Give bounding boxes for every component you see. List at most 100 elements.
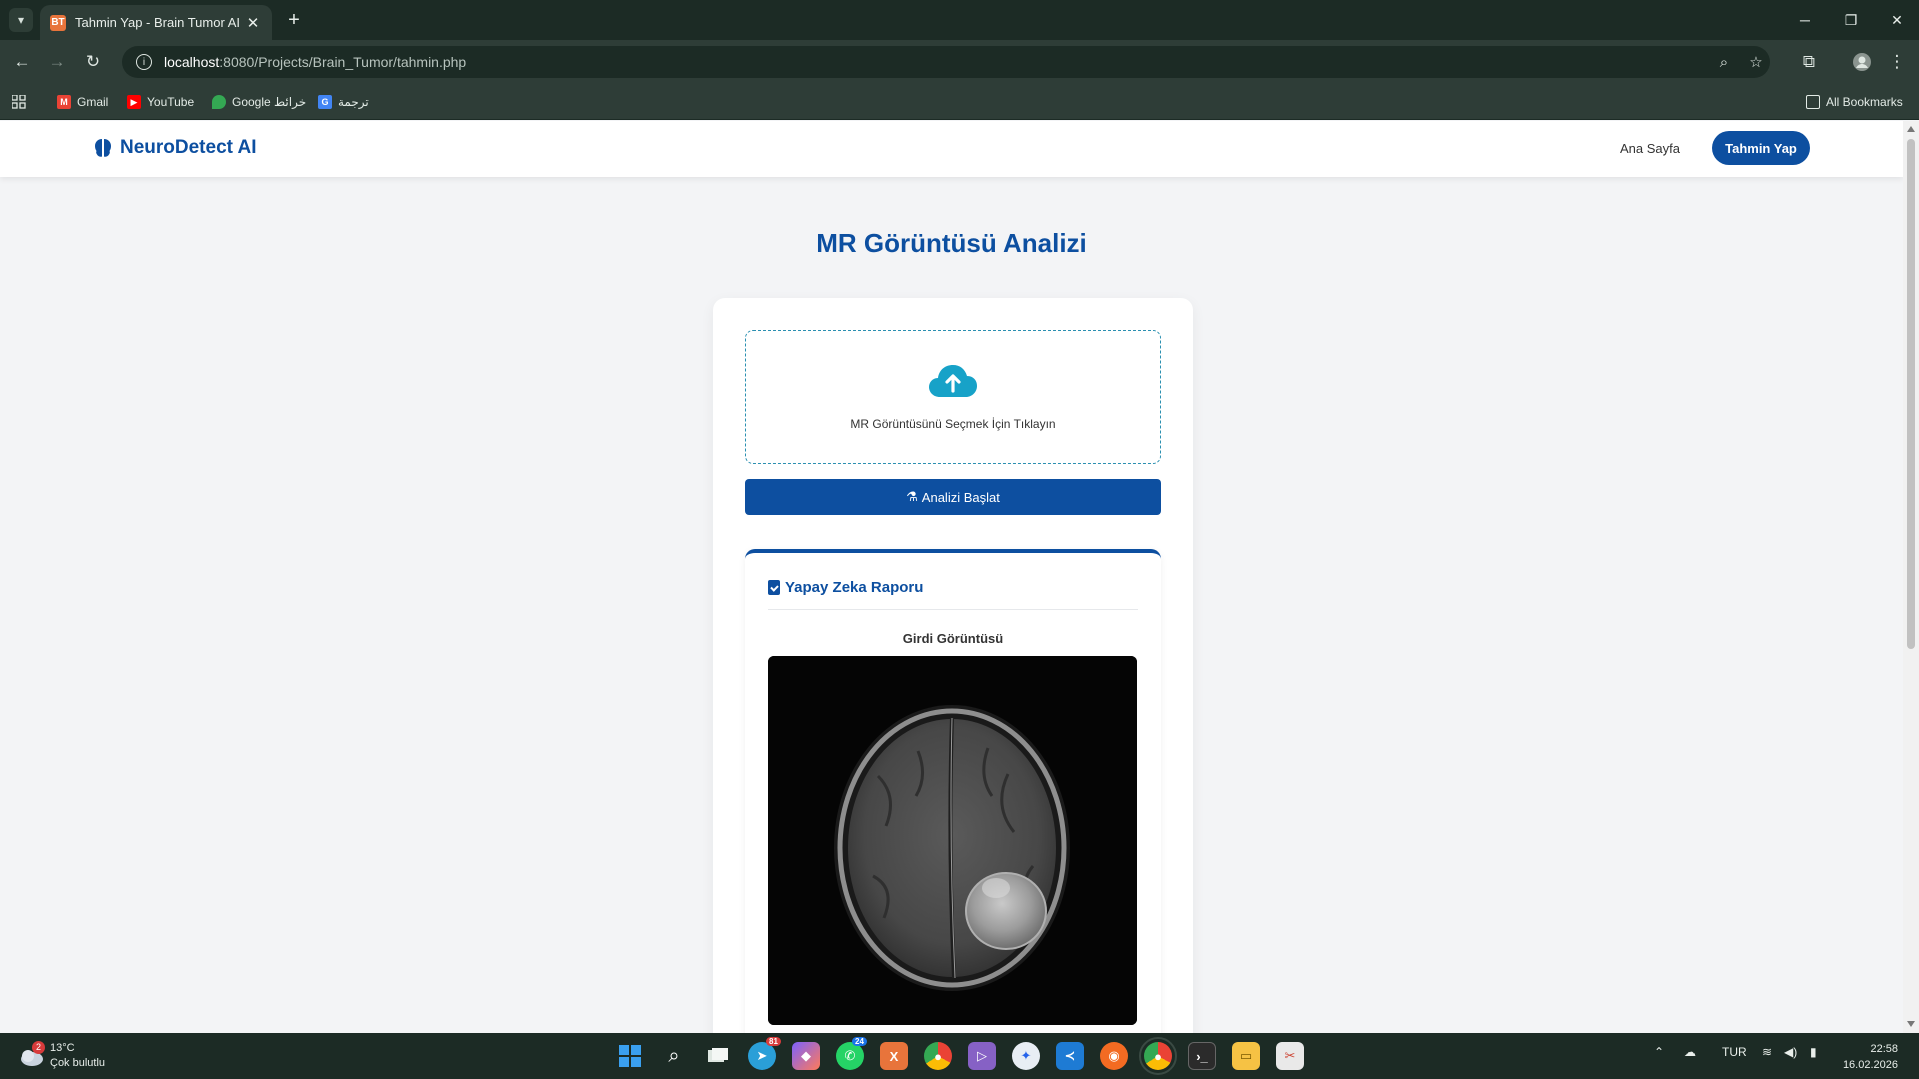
cloud-weather-icon: 2 [18, 1041, 45, 1067]
browser-tab-strip: ▾ BT Tahmin Yap - Brain Tumor AI ✕ + ─ ❐… [0, 0, 1919, 40]
cloud-upload-icon [929, 365, 977, 397]
page-viewport: NeuroDetect AI Ana Sayfa Tahmin Yap MR G… [0, 121, 1903, 1033]
start-analysis-button[interactable]: ⚗ Analizi Başlat [745, 479, 1161, 515]
all-bookmarks-label: All Bookmarks [1826, 95, 1903, 109]
temperature: 13°C [50, 1042, 75, 1054]
extensions-icon[interactable]: ⧉ [1797, 50, 1821, 74]
restore-icon[interactable]: ❐ [1831, 0, 1871, 40]
nav-home-link[interactable]: Ana Sayfa [1620, 141, 1680, 156]
microscope-icon: ⚗ [906, 489, 918, 504]
maps-icon [212, 95, 226, 109]
brand-name: NeuroDetect AI [120, 137, 257, 158]
chrome-active-icon[interactable]: ● [1139, 1037, 1177, 1075]
onedrive-icon[interactable]: ☁ [1684, 1045, 1696, 1059]
tab-close-icon[interactable]: ✕ [244, 14, 262, 32]
xampp-icon[interactable]: X [880, 1042, 908, 1070]
battery-icon[interactable]: ▮ [1810, 1045, 1817, 1059]
vscode-icon[interactable]: ≺ [1056, 1042, 1084, 1070]
terminal-icon[interactable]: ›_ [1188, 1042, 1216, 1070]
chrome-icon[interactable]: ● [924, 1042, 952, 1070]
tab-search-button[interactable]: ▾ [9, 8, 33, 32]
zoom-icon[interactable]: ⌕ [1712, 50, 1736, 74]
brain-icon [95, 139, 111, 157]
youtube-icon: ▶ [127, 95, 141, 109]
bookmark-label: Google خرائط [232, 95, 307, 109]
analysis-card: MR Görüntüsünü Seçmek İçin Tıklayın ⚗ An… [713, 298, 1193, 1033]
reload-icon[interactable]: ↻ [81, 50, 105, 74]
telegram-badge: 81 [766, 1037, 781, 1046]
profile-avatar-icon[interactable] [1850, 50, 1874, 74]
browser-toolbar: ← → ↻ i localhost:8080/Projects/Brain_Tu… [0, 40, 1919, 84]
start-analysis-label: Analizi Başlat [921, 489, 1000, 505]
telegram-icon[interactable]: ➤ 81 [748, 1037, 781, 1070]
browser-menu-icon[interactable]: ⋮ [1885, 50, 1909, 74]
tab-favicon-icon: BT [50, 14, 66, 31]
firefox-icon[interactable]: ◉ [1100, 1042, 1128, 1070]
scroll-up-icon[interactable] [1907, 126, 1915, 132]
weather-condition: Çok bulutlu [50, 1057, 106, 1069]
url-host: localhost [164, 54, 220, 70]
bookmark-label: Gmail [77, 95, 109, 109]
bookmark-translate[interactable]: G ترجمة [318, 92, 369, 112]
nav-predict-button[interactable]: Tahmin Yap [1712, 131, 1810, 165]
report-title: Yapay Zeka Raporu [785, 579, 924, 596]
bookmark-label: ترجمة [338, 95, 369, 109]
file-explorer-icon[interactable]: ▭ [1232, 1042, 1260, 1070]
bookmark-youtube[interactable]: ▶ YouTube [127, 92, 194, 112]
copilot-icon[interactable]: ◆ [792, 1042, 820, 1070]
address-bar[interactable]: i localhost:8080/Projects/Brain_Tumor/ta… [122, 46, 1770, 78]
weather-badge: 2 [32, 1041, 45, 1054]
clock-time: 22:58 [1870, 1043, 1898, 1055]
back-arrow-icon[interactable]: ← [10, 50, 34, 74]
task-view-icon[interactable] [704, 1042, 732, 1070]
mri-upload-dropzone[interactable]: MR Görüntüsünü Seçmek İçin Tıklayın [745, 330, 1161, 464]
bookmark-star-icon[interactable]: ☆ [1744, 50, 1768, 74]
new-tab-button[interactable]: + [282, 8, 306, 32]
minimize-icon[interactable]: ─ [1785, 0, 1825, 40]
report-heading: Yapay Zeka Raporu [768, 579, 923, 596]
report-divider [768, 609, 1138, 610]
clipboard-check-icon [768, 580, 780, 595]
mri-scan-image [768, 656, 1137, 1025]
search-icon[interactable]: ⌕ [660, 1042, 688, 1070]
whatsapp-icon[interactable]: ✆ 24 [836, 1037, 867, 1070]
clock-date: 16.02.2026 [1842, 1059, 1898, 1071]
bookmark-label: YouTube [147, 95, 195, 109]
scroll-thumb[interactable] [1907, 139, 1915, 649]
bookmarks-bar: M Gmail ▶ YouTube Google خرائط G ترجمة A… [0, 84, 1919, 120]
close-window-icon[interactable]: ✕ [1877, 0, 1917, 40]
all-bookmarks-folder[interactable]: All Bookmarks [1806, 92, 1903, 112]
folder-icon [1806, 95, 1820, 109]
site-info-icon[interactable]: i [136, 54, 152, 70]
whatsapp-badge: 24 [852, 1037, 867, 1046]
dropzone-label: MR Görüntüsünü Seçmek İçin Tıklayın [850, 417, 1056, 431]
windows-taskbar: 2 13°C Çok bulutlu ⌕ ➤ 81 ◆ ✆ 24 X ● ▷ ✦… [0, 1033, 1919, 1079]
wifi-icon[interactable]: ≋ [1762, 1045, 1772, 1059]
translate-icon: G [318, 95, 332, 109]
ai-report-panel: Yapay Zeka Raporu Girdi Görüntüsü [745, 549, 1161, 1033]
volume-icon[interactable]: ◀) [1784, 1045, 1797, 1059]
gmail-icon: M [57, 95, 71, 109]
app-store-icon[interactable]: ✦ [1012, 1042, 1040, 1070]
weather-widget[interactable]: 2 13°C Çok bulutlu [18, 1041, 105, 1071]
bookmark-gmail[interactable]: M Gmail [57, 92, 108, 112]
url-path: :8080/Projects/Brain_Tumor/tahmin.php [219, 54, 467, 70]
browser-tab-active[interactable]: BT Tahmin Yap - Brain Tumor AI ✕ [40, 5, 272, 40]
tab-title: Tahmin Yap - Brain Tumor AI [75, 15, 240, 30]
apps-grid-icon[interactable] [12, 92, 26, 112]
scroll-down-icon[interactable] [1907, 1021, 1915, 1027]
start-icon[interactable] [616, 1042, 644, 1070]
visual-studio-icon[interactable]: ▷ [968, 1042, 996, 1070]
page-scrollbar[interactable] [1903, 121, 1919, 1033]
system-clock[interactable]: 22:58 16.02.2026 [1840, 1041, 1898, 1073]
site-navbar: NeuroDetect AI Ana Sayfa Tahmin Yap [0, 121, 1903, 177]
snipping-tool-icon[interactable]: ✂ [1276, 1042, 1304, 1070]
tray-chevron-icon[interactable]: ⌃ [1654, 1045, 1664, 1059]
page-title: MR Görüntüsü Analizi [816, 228, 1087, 258]
input-image-label: Girdi Görüntüsü [902, 631, 1004, 646]
bookmark-google-maps[interactable]: Google خرائط [212, 92, 306, 112]
forward-arrow-icon[interactable]: → [45, 50, 69, 74]
weather-text: 13°C Çok bulutlu [50, 1041, 105, 1071]
language-indicator[interactable]: TUR [1722, 1045, 1747, 1059]
site-logo[interactable]: NeuroDetect AI [94, 137, 257, 159]
